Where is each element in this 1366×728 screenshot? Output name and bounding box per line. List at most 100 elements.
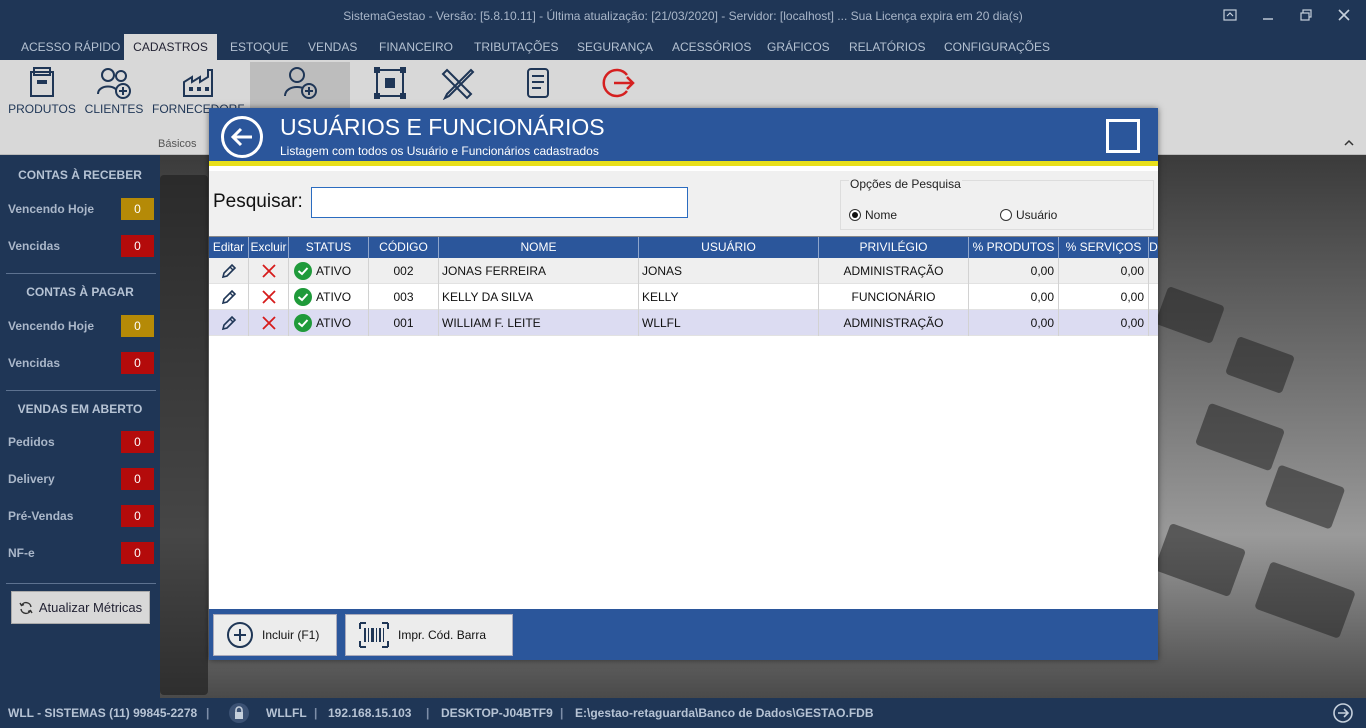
delivery-row[interactable]: Delivery 0 [8,468,154,490]
nfe-row[interactable]: NF-e 0 [8,542,154,564]
edit-pencil-icon[interactable] [209,284,249,310]
collapse-ribbon-icon[interactable] [1344,136,1354,150]
produtos-cell: 0,00 [969,284,1059,310]
tab-acessorios[interactable]: ACESSÓRIOS [663,34,760,60]
produtos-label: PRODUTOS [8,102,76,116]
produtos-button[interactable]: PRODUTOS [8,62,76,122]
receber-vencendo-row[interactable]: Vencendo Hoje 0 [8,198,154,220]
exit-icon[interactable] [1333,703,1353,726]
delete-x-icon[interactable] [249,258,289,284]
table-row[interactable]: ATIVO 003 KELLY DA SILVA KELLY FUNCIONÁR… [209,284,1158,310]
tab-cadastros[interactable]: CADASTROS [124,34,217,60]
refresh-metrics-label: Atualizar Métricas [38,600,143,615]
pagar-vencendo-label: Vencendo Hoje [8,319,95,333]
col-codigo[interactable]: CÓDIGO [369,237,439,258]
box-icon [30,67,54,97]
restore-window-icon[interactable] [1222,6,1238,24]
ruler-pencil-icon [441,68,475,100]
divider [6,583,156,584]
col-servicos[interactable]: % SERVIÇOS [1059,237,1149,258]
privilegio-cell: ADMINISTRAÇÃO [819,310,969,336]
add-circle-icon [227,622,253,648]
table-row[interactable]: ATIVO 002 JONAS FERREIRA JONAS ADMINISTR… [209,258,1158,284]
print-barcode-button[interactable]: Impr. Cód. Barra [345,614,513,656]
users-modal: USUÁRIOS E FUNCIONÁRIOS Listagem com tod… [209,108,1158,660]
nome-cell: WILLIAM F. LEITE [439,310,639,336]
tab-vendas[interactable]: VENDAS [299,34,366,60]
company-info: WLL - SISTEMAS (11) 99845-2278 [8,706,198,720]
incluir-button[interactable]: Incluir (F1) [213,614,337,656]
close-icon[interactable] [1336,6,1352,24]
receber-vencendo-label: Vencendo Hoje [8,202,95,216]
scroll-icon [527,68,549,98]
modal-footer: Incluir (F1) Impr. Cód. Barra [209,609,1158,660]
radio-usuario[interactable]: Usuário [1000,208,1057,222]
col-usuario[interactable]: USUÁRIO [639,237,819,258]
delete-x-icon[interactable] [249,284,289,310]
tab-configuracoes[interactable]: CONFIGURAÇÕES [935,34,1059,60]
pedidos-count: 0 [121,431,154,453]
pre-vendas-row[interactable]: Pré-Vendas 0 [8,505,154,527]
refresh-metrics-button[interactable]: Atualizar Métricas [11,591,150,624]
maximize-modal-icon[interactable] [1106,119,1140,153]
delivery-count: 0 [121,468,154,490]
tab-graficos[interactable]: GRÁFICOS [758,34,839,60]
receber-vencidas-row[interactable]: Vencidas 0 [8,235,154,257]
user-add-icon [284,67,317,99]
pre-vendas-count: 0 [121,505,154,527]
pagar-vencidas-row[interactable]: Vencidas 0 [8,352,154,374]
clientes-button[interactable]: CLIENTES [82,62,146,122]
produtos-cell: 0,00 [969,310,1059,336]
servicos-cell: 0,00 [1059,284,1149,310]
search-input[interactable] [311,187,688,218]
col-produtos[interactable]: % PRODUTOS [969,237,1059,258]
radio-unselected-icon [1000,209,1012,221]
edit-pencil-icon[interactable] [209,310,249,336]
modal-header: USUÁRIOS E FUNCIONÁRIOS Listagem com tod… [209,108,1158,166]
incluir-label: Incluir (F1) [262,628,320,642]
nfe-label: NF-e [8,546,35,560]
back-arrow-icon[interactable] [221,116,263,158]
tab-estoque[interactable]: ESTOQUE [221,34,297,60]
delete-x-icon[interactable] [249,310,289,336]
tab-tributacoes[interactable]: TRIBUTAÇÕES [465,34,567,60]
tab-acesso-rapido[interactable]: ACESSO RÁPIDO [12,34,129,60]
col-privilegio[interactable]: PRIVILÉGIO [819,237,969,258]
usuario-cell: KELLY [639,284,819,310]
pre-vendas-label: Pré-Vendas [8,509,74,523]
minimize-icon[interactable] [1260,6,1276,24]
col-nome[interactable]: NOME [439,237,639,258]
pagar-vencidas-label: Vencidas [8,356,61,370]
print-barcode-label: Impr. Cód. Barra [398,628,487,642]
tab-relatorios[interactable]: RELATÓRIOS [840,34,934,60]
radio-selected-icon [849,209,861,221]
status-text: ATIVO [316,264,352,278]
tab-financeiro[interactable]: FINANCEIRO [370,34,462,60]
radio-nome[interactable]: Nome [849,208,897,222]
servicos-cell: 0,00 [1059,310,1149,336]
edit-pencil-icon[interactable] [209,258,249,284]
col-truncated[interactable]: D [1149,237,1158,258]
title-bar: SistemaGestao - Versão: [5.8.10.11] - Úl… [0,0,1366,34]
col-excluir[interactable]: Excluir [249,237,289,258]
produtos-cell: 0,00 [969,258,1059,284]
table-row[interactable]: ATIVO 001 WILLIAM F. LEITE WLLFL ADMINIS… [209,310,1158,336]
divider [6,390,156,391]
status-text: ATIVO [316,290,352,304]
maximize-icon[interactable] [1298,6,1314,24]
divider [6,273,156,274]
receber-vencidas-count: 0 [121,235,154,257]
modal-title: USUÁRIOS E FUNCIONÁRIOS [280,114,605,140]
col-editar[interactable]: Editar [209,237,249,258]
vendas-aberto-title: VENDAS EM ABERTO [17,402,143,416]
pedidos-row[interactable]: Pedidos 0 [8,431,154,453]
usuario-cell: WLLFL [639,310,819,336]
pagar-vencendo-row[interactable]: Vencendo Hoje 0 [8,315,154,337]
delivery-label: Delivery [8,472,55,486]
tab-seguranca[interactable]: SEGURANÇA [568,34,662,60]
menu-tabs: ACESSO RÁPIDO CADASTROS ESTOQUE VENDAS F… [0,34,1366,60]
col-status[interactable]: STATUS [289,237,369,258]
pedidos-label: Pedidos [8,435,55,449]
metrics-sidebar: CONTAS À RECEBER Vencendo Hoje 0 Vencida… [0,155,160,698]
nome-cell: JONAS FERREIRA [439,258,639,284]
